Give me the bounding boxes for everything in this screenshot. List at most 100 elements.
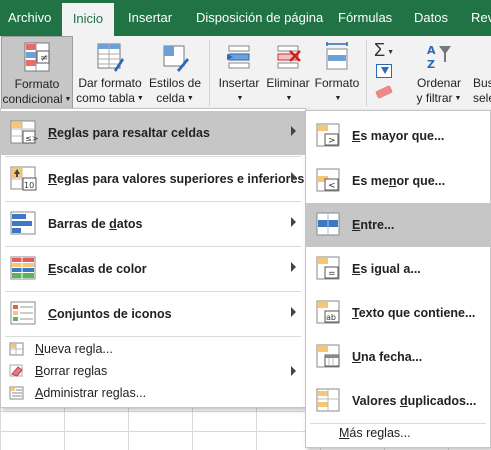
submenu-item-label: Es menor que... xyxy=(352,174,446,188)
menu-item-highlight-cells-rules[interactable]: ≤> Reglas para resaltar celdas xyxy=(1,111,305,155)
between-icon xyxy=(315,211,343,239)
submenu-arrow-icon xyxy=(291,172,296,182)
menu-item-data-bars[interactable]: Barras de datos xyxy=(1,202,305,246)
submenu-item-label: Texto que contiene... xyxy=(352,306,476,320)
equal-to-icon: = xyxy=(315,255,343,283)
sort-filter-label-1: Ordenar xyxy=(416,76,462,90)
cond-format-label-2: condicional xyxy=(2,92,63,106)
submenu-item-between[interactable]: Entre... xyxy=(306,203,490,247)
find-select-label-1: Bus xyxy=(473,76,491,90)
more-rules-link[interactable]: Más reglas... xyxy=(339,426,411,440)
tab-archivo[interactable]: Archivo xyxy=(8,0,51,36)
menu-item-label: Reglas para resaltar celdas xyxy=(48,126,210,140)
svg-text:>: > xyxy=(328,136,336,146)
svg-text:<: < xyxy=(328,181,336,191)
insert-cells-icon xyxy=(225,40,253,74)
ribbon-tab-bar: Archivo Inicio Insertar Disposición de p… xyxy=(0,0,491,36)
chevron-down-icon: ▼ xyxy=(285,95,293,102)
chevron-down-icon: ▼ xyxy=(186,95,194,102)
color-scales-icon xyxy=(10,255,38,283)
format-table-icon xyxy=(96,40,124,74)
highlight-cells-submenu: > Es mayor que... < Es menor que... Entr… xyxy=(305,110,491,448)
menu-item-label: Escalas de color xyxy=(48,262,147,276)
submenu-item-duplicate-values[interactable]: Valores duplicados... xyxy=(306,379,490,423)
autosum-fill-clear-group: Σ ▼ xyxy=(368,36,408,110)
fill-icon[interactable] xyxy=(376,64,392,78)
submenu-item-label: Es igual a... xyxy=(352,262,421,276)
submenu-item-a-date[interactable]: Una fecha... xyxy=(306,335,490,379)
menu-divider xyxy=(5,336,301,337)
cond-format-label-1: Formato xyxy=(14,77,60,91)
find-select-label-2: selecc xyxy=(473,91,491,105)
cell-styles-label-1: Estilos de xyxy=(148,76,202,90)
insert-label: Insertar xyxy=(218,76,260,90)
delete-cells-icon xyxy=(274,40,302,74)
svg-text:=: = xyxy=(328,269,336,279)
svg-text:Z: Z xyxy=(427,58,435,71)
submenu-item-label: Valores duplicados... xyxy=(352,394,477,408)
cell-styles-icon xyxy=(161,40,189,74)
submenu-arrow-icon xyxy=(291,307,296,317)
delete-label: Eliminar xyxy=(266,76,310,90)
sort-filter-label-2: y filtrar xyxy=(416,91,453,105)
format-label: Formato xyxy=(314,76,360,90)
new-rule-icon xyxy=(9,342,25,356)
submenu-item-less-than[interactable]: < Es menor que... xyxy=(306,159,490,203)
svg-text:10: 10 xyxy=(24,181,34,190)
menu-item-label: Conjuntos de iconos xyxy=(48,307,172,321)
eraser-icon xyxy=(9,364,25,378)
format-table-label-2: como tabla xyxy=(76,91,135,105)
find-select-button[interactable]: Bus selecc xyxy=(470,36,491,110)
conditional-format-menu: ≤> Reglas para resaltar celdas 10 Reglas… xyxy=(0,108,306,408)
cell-styles-button[interactable]: Estilos de celda ▼ xyxy=(146,36,204,110)
ribbon: ≠ Formato condicional ▼ Dar formato como … xyxy=(0,36,491,111)
tab-inicio[interactable]: Inicio xyxy=(62,3,114,36)
delete-cells-button[interactable]: Eliminar ▼ xyxy=(264,36,312,110)
chevron-down-icon: ▼ xyxy=(136,95,144,102)
svg-text:≤>: ≤> xyxy=(25,134,38,143)
svg-text:ab: ab xyxy=(326,313,336,322)
menu-item-clear-rules[interactable]: Borrar reglas xyxy=(1,360,305,382)
submenu-item-greater-than[interactable]: > Es mayor que... xyxy=(306,114,490,158)
menu-item-top-bottom-rules[interactable]: 10 Reglas para valores superiores e infe… xyxy=(1,157,305,201)
highlight-cells-rules-icon: ≤> xyxy=(10,119,38,147)
icon-sets-icon xyxy=(10,300,38,328)
clear-icon[interactable] xyxy=(375,84,393,100)
submenu-arrow-icon xyxy=(291,217,296,227)
svg-text:≠: ≠ xyxy=(40,53,48,64)
manage-rules-icon xyxy=(9,386,25,400)
submenu-item-label: Una fecha... xyxy=(352,350,423,364)
tab-disposicion-pagina[interactable]: Disposición de página xyxy=(196,0,323,36)
menu-item-icon-sets[interactable]: Conjuntos de iconos xyxy=(1,292,305,336)
submenu-item-text-contains[interactable]: ab Texto que contiene... xyxy=(306,291,490,335)
submenu-item-label: Es mayor que... xyxy=(352,129,445,143)
sort-filter-button[interactable]: A Z Ordenar y filtrar ▼ xyxy=(410,36,468,110)
conditional-format-button[interactable]: ≠ Formato condicional ▼ xyxy=(1,36,73,110)
greater-than-icon: > xyxy=(315,122,343,150)
tab-insertar[interactable]: Insertar xyxy=(128,0,172,36)
autosum-icon[interactable]: Σ ▼ xyxy=(374,40,394,61)
chevron-down-icon: ▼ xyxy=(334,95,342,102)
ribbon-separator xyxy=(209,40,210,106)
menu-item-label: Borrar reglas xyxy=(35,364,108,378)
submenu-item-equal-to[interactable]: = Es igual a... xyxy=(306,247,490,291)
insert-cells-button[interactable]: Insertar ▼ xyxy=(215,36,263,110)
tab-datos[interactable]: Datos xyxy=(414,0,448,36)
menu-item-manage-rules[interactable]: Administrar reglas... xyxy=(1,382,305,404)
format-table-label-1: Dar formato xyxy=(78,76,142,90)
data-bars-icon xyxy=(10,210,38,238)
ribbon-separator xyxy=(366,40,367,106)
chevron-down-icon: ▼ xyxy=(454,95,462,102)
menu-item-new-rule[interactable]: Nueva regla... xyxy=(1,338,305,360)
tab-revisar[interactable]: Rev xyxy=(471,0,491,36)
chevron-down-icon: ▼ xyxy=(64,96,72,103)
text-contains-icon: ab xyxy=(315,299,343,327)
menu-item-color-scales[interactable]: Escalas de color xyxy=(1,247,305,291)
menu-item-label: Nueva regla... xyxy=(35,342,113,356)
format-cells-button[interactable]: Formato ▼ xyxy=(313,36,361,110)
format-as-table-button[interactable]: Dar formato como tabla ▼ xyxy=(76,36,144,110)
submenu-item-label: Entre... xyxy=(352,218,395,232)
tab-formulas[interactable]: Fórmulas xyxy=(338,0,392,36)
menu-item-label: Administrar reglas... xyxy=(35,386,147,400)
submenu-arrow-icon xyxy=(291,366,296,376)
